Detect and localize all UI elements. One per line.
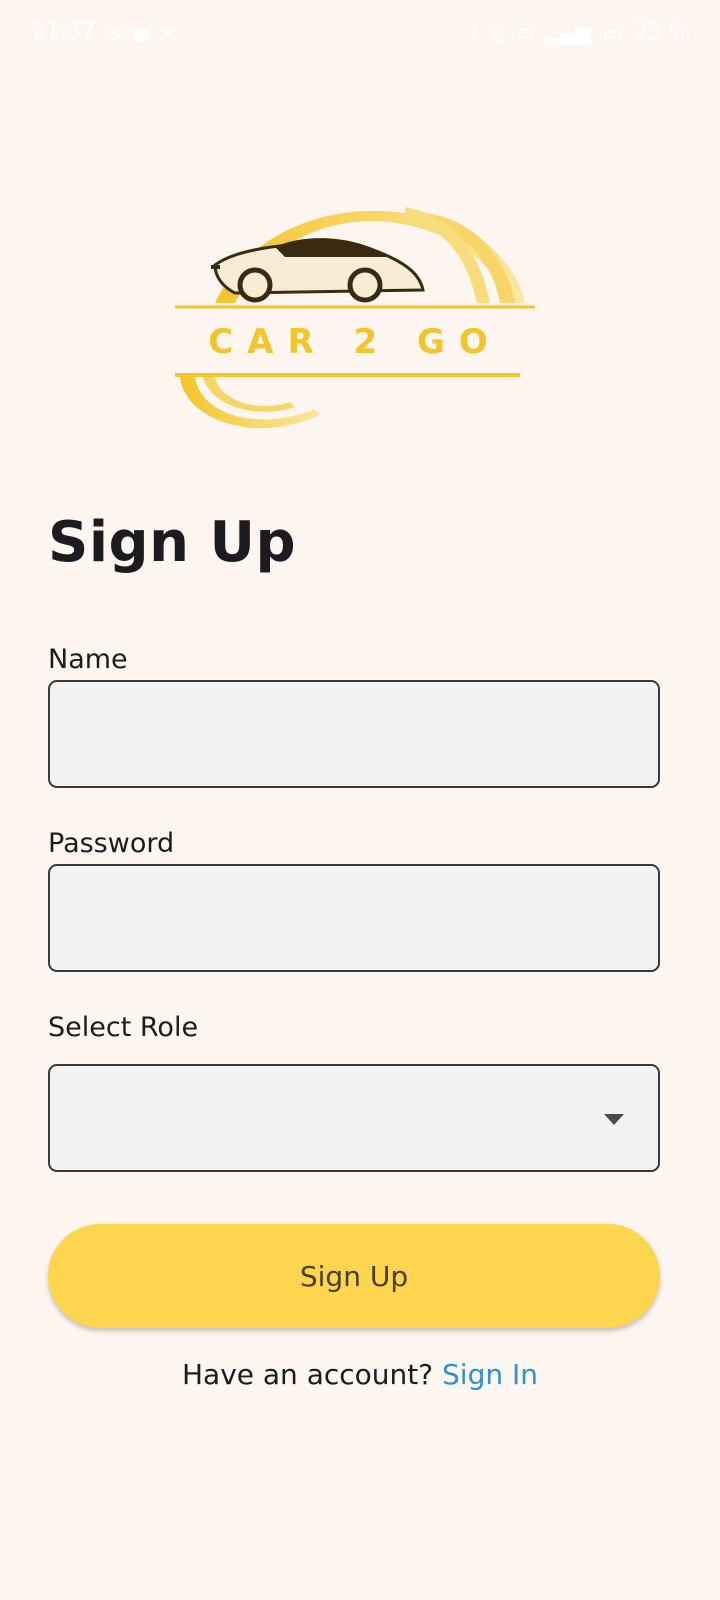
status-left: 21:37 ✉ ● ✕ xyxy=(32,20,176,45)
password-input[interactable] xyxy=(50,866,658,970)
car-icon xyxy=(211,238,425,303)
signin-prompt-text: Have an account? xyxy=(181,1358,443,1391)
x-app-icon: ✕ xyxy=(159,20,177,45)
signin-link[interactable]: Sign In xyxy=(442,1358,538,1391)
bluetooth-icon: ᛒ xyxy=(469,20,482,45)
chat-icon: ● xyxy=(132,20,150,45)
password-field[interactable] xyxy=(48,864,660,972)
logo-text: CAR 2 GO xyxy=(208,322,502,362)
signup-button[interactable]: Sign Up xyxy=(48,1224,660,1328)
status-time: 21:37 xyxy=(32,20,96,45)
name-field[interactable] xyxy=(48,680,660,788)
password-label: Password xyxy=(48,828,175,859)
page-title: Sign Up xyxy=(48,510,297,575)
dropdown-arrow-icon[interactable] xyxy=(604,1114,624,1125)
signin-prompt: Have an account? Sign In xyxy=(0,1358,720,1391)
name-input[interactable] xyxy=(50,682,658,786)
logo-swoosh-bottom xyxy=(180,377,320,429)
car2go-logo: CAR 2 GO xyxy=(175,207,535,429)
battery-icon: ▭ xyxy=(603,20,623,45)
status-right: ᛒ ▯ ≋ ▂▄▆ ▭ 23 % xyxy=(469,20,690,45)
status-bar: 21:37 ✉ ● ✕ ᛒ ▯ ≋ ▂▄▆ ▭ 23 % xyxy=(0,0,720,72)
battery-level: 23 % xyxy=(634,20,690,45)
role-label: Select Role xyxy=(48,1012,199,1043)
role-dropdown[interactable] xyxy=(48,1064,660,1172)
vibrate-icon: ▯ xyxy=(493,20,505,45)
wifi-icon: ≋ xyxy=(516,20,534,45)
signal-icon: ▂▄▆ xyxy=(545,20,592,45)
notification-icon: ✉ xyxy=(105,20,123,45)
name-label: Name xyxy=(48,644,128,675)
